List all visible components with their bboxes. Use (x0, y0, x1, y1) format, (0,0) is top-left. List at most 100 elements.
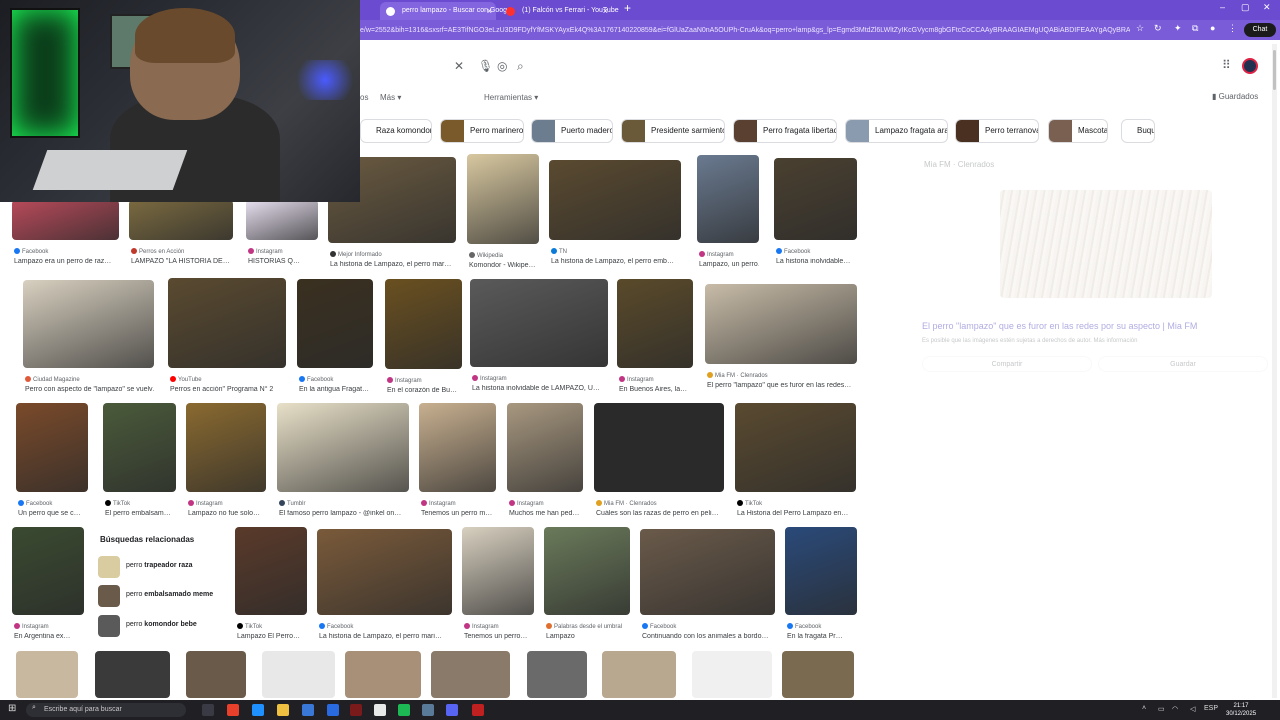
image-result[interactable]: Instagram En Argentina ex… (12, 527, 84, 649)
result-title[interactable]: Lampazo, un perro… (699, 261, 759, 268)
image-result[interactable]: Instagram En Buenos Aires, la… (617, 279, 693, 402)
result-thumbnail[interactable] (617, 279, 693, 368)
related-chip[interactable]: Buque (1121, 119, 1155, 143)
image-result[interactable] (262, 651, 335, 698)
image-result[interactable]: YouTube Perros en acción" Programa N° 2 (168, 278, 286, 402)
url-field[interactable]: e/w=2552&bih=1316&sxsrf=AE3TifNGO3eLzU3D… (360, 24, 1130, 37)
mail-icon[interactable] (327, 704, 339, 716)
result-source[interactable]: Mia FM · Clenrados (596, 500, 724, 507)
extension-icon[interactable]: ✦ (1174, 23, 1182, 34)
result-source[interactable]: YouTube (170, 376, 286, 383)
result-source[interactable]: Mejor Informado (330, 251, 456, 258)
app-icon[interactable] (472, 704, 484, 716)
image-result[interactable]: Mia FM · Clenrados El perro "lampazo" que… (705, 284, 857, 398)
result-source[interactable]: Facebook (319, 623, 452, 630)
result-thumbnail[interactable] (12, 527, 84, 615)
result-title[interactable]: La Historia del Perro Lampazo en… (737, 510, 856, 517)
image-result[interactable] (431, 651, 510, 698)
image-result[interactable]: Instagram Lampazo no fue solo… (186, 403, 266, 526)
lens-icon[interactable]: ◎ (497, 59, 507, 73)
image-result[interactable]: Instagram En el corazón de Bu… (385, 279, 462, 403)
result-source[interactable]: Instagram (699, 251, 759, 258)
image-result[interactable]: Facebook Un perro que se c… (16, 403, 88, 526)
store-icon[interactable] (302, 704, 314, 716)
result-thumbnail[interactable] (470, 279, 608, 367)
related-chip[interactable]: Perro fragata libertad (733, 119, 837, 143)
discord-icon[interactable] (446, 704, 458, 716)
close-icon[interactable]: × (487, 2, 492, 20)
preview-image[interactable] (1000, 190, 1212, 298)
image-result[interactable]: Tumblr El famoso perro lampazo - @inkel o… (277, 403, 409, 526)
image-result[interactable] (95, 651, 170, 698)
result-thumbnail[interactable] (594, 403, 724, 492)
result-thumbnail[interactable] (774, 158, 857, 240)
related-chip[interactable]: Raza komondor (360, 119, 432, 143)
star-icon[interactable]: ☆ (1136, 23, 1144, 34)
avatar[interactable] (1242, 58, 1258, 74)
result-title[interactable]: El famoso perro lampazo - @inkel on… (279, 510, 409, 517)
result-source[interactable]: Wikipedia (469, 252, 539, 259)
image-result[interactable]: Instagram HISTORIAS Q… (246, 200, 318, 274)
result-thumbnail[interactable] (385, 279, 462, 369)
maximize-button[interactable]: ▢ (1241, 2, 1250, 13)
result-source[interactable]: Tumblr (279, 500, 409, 507)
result-source[interactable]: Instagram (472, 375, 608, 382)
image-result[interactable] (527, 651, 587, 698)
result-title[interactable]: Un perro que se c… (18, 510, 88, 517)
result-source[interactable]: Ciudad Magazine (25, 376, 154, 383)
filter-tools[interactable]: Herramientas ▾ (484, 93, 538, 102)
result-thumbnail[interactable] (103, 403, 176, 492)
result-thumbnail[interactable] (277, 403, 409, 492)
image-result[interactable] (782, 651, 854, 698)
related-item[interactable]: perro embalsamado meme (98, 585, 224, 607)
related-chip[interactable]: Puerto madero (531, 119, 613, 143)
image-result[interactable]: Wikipedia Komondor - Wikipe… (467, 154, 539, 278)
result-thumbnail[interactable] (544, 527, 630, 615)
result-thumbnail[interactable] (297, 279, 373, 368)
result-source[interactable]: TikTok (737, 500, 856, 507)
image-result[interactable]: Facebook La historia inolvidable… (774, 158, 857, 274)
app-icon[interactable] (350, 704, 362, 716)
result-title[interactable]: En la antigua Fragat… (299, 386, 373, 393)
image-result[interactable]: Facebook Lampazo era un perro de raz… (12, 200, 119, 274)
result-thumbnail[interactable] (705, 284, 857, 364)
chat-button[interactable]: Chat (1244, 23, 1276, 37)
clock[interactable]: 21:17 30/12/2025 (1226, 702, 1256, 718)
result-title[interactable]: Muchos me han ped… (509, 510, 583, 517)
microphone-icon[interactable]: 🎙 (478, 59, 493, 73)
related-chip[interactable]: Lampazo fragata ara (845, 119, 948, 143)
result-source[interactable]: Instagram (248, 248, 318, 255)
close-icon[interactable]: × (603, 2, 608, 20)
taskbar-search[interactable]: Escribe aquí para buscar (26, 703, 186, 717)
image-result[interactable]: Instagram Muchos me han ped… (507, 403, 583, 526)
image-result[interactable]: Facebook En la antigua Fragat… (297, 279, 373, 402)
image-result[interactable]: Facebook Continuando con los animales a b… (640, 529, 775, 649)
result-title[interactable]: Tenemos un perro m… (421, 510, 496, 517)
edge-icon[interactable] (252, 704, 264, 716)
result-thumbnail[interactable] (507, 403, 583, 492)
task-view-icon[interactable] (202, 704, 214, 716)
result-source[interactable]: Instagram (619, 376, 693, 383)
result-thumbnail[interactable] (246, 200, 318, 240)
save-button[interactable]: Guardar (1098, 356, 1268, 372)
related-chip[interactable]: Perro marinero (440, 119, 524, 143)
result-source[interactable]: Facebook (642, 623, 775, 630)
image-result[interactable] (16, 651, 78, 698)
result-source[interactable]: Instagram (464, 623, 534, 630)
filter-tab-images[interactable]: os (360, 93, 368, 102)
result-source[interactable]: Instagram (188, 500, 266, 507)
volume-icon[interactable]: ◁ (1190, 705, 1195, 713)
image-result[interactable] (602, 651, 676, 698)
related-chip[interactable]: Perro terranova (955, 119, 1039, 143)
close-window-button[interactable]: ✕ (1263, 2, 1271, 13)
image-result[interactable]: Instagram Lampazo, un perro… (697, 155, 759, 277)
tab-google-search[interactable]: perro lampazo - Buscar con Goog… × (380, 2, 514, 20)
result-title[interactable]: Komondor - Wikipe… (469, 262, 539, 269)
result-title[interactable]: Lampazo no fue solo… (188, 510, 266, 517)
tray-arrow-icon[interactable]: ˄ (1142, 705, 1146, 712)
puzzle-icon[interactable]: ⧉ (1192, 23, 1198, 34)
saved-button[interactable]: ▮ Guardados (1212, 92, 1258, 101)
result-source[interactable]: Mia FM · Clenrados (707, 372, 857, 379)
result-title[interactable]: Lampazo (546, 633, 630, 640)
result-thumbnail[interactable] (549, 160, 681, 240)
